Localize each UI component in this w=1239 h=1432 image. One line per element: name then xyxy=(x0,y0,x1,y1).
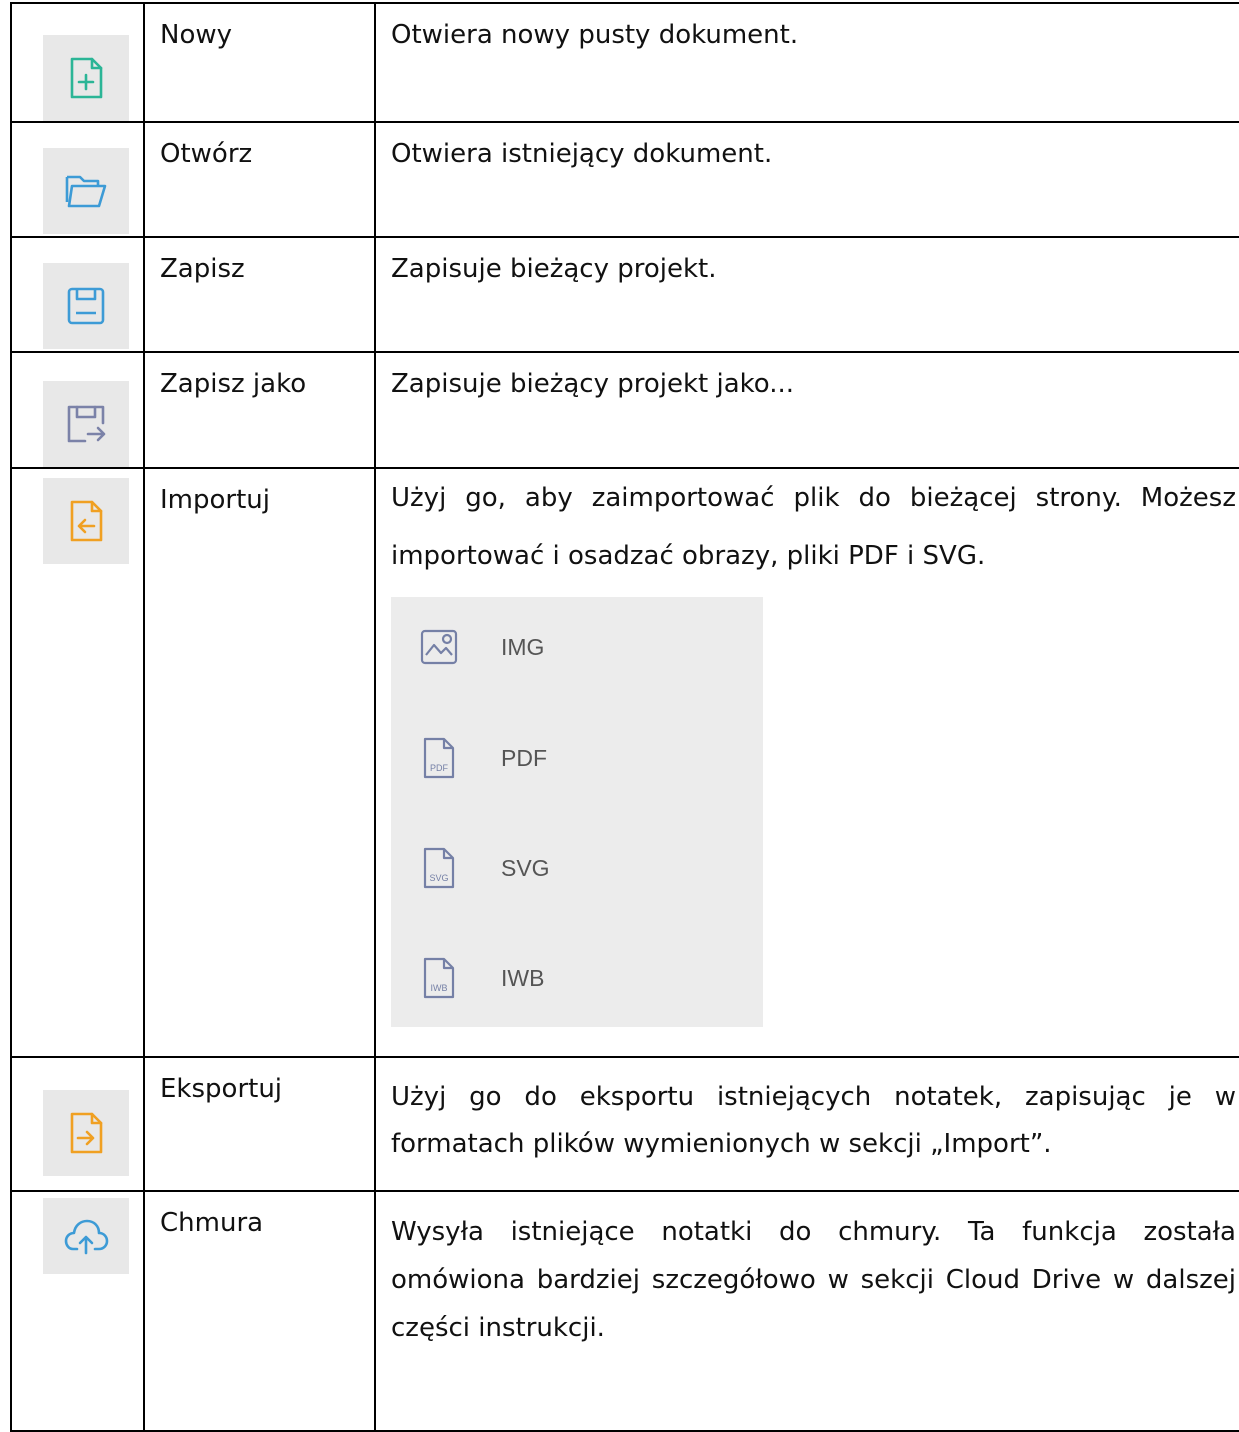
function-description: Wysyła istniejące notatki do chmury. Ta … xyxy=(374,1190,1239,1432)
export-icon[interactable] xyxy=(43,1090,129,1176)
icon-cell xyxy=(10,1190,145,1432)
image-file-icon xyxy=(420,629,458,665)
function-description: Użyj go, aby zaimportować plik do bieżąc… xyxy=(374,467,1239,1058)
function-description: Otwiera nowy pusty dokument. xyxy=(374,2,1239,123)
save-as-icon[interactable] xyxy=(43,381,129,467)
icon-cell xyxy=(10,467,145,1058)
new-file-icon[interactable] xyxy=(43,35,129,121)
open-folder-icon[interactable] xyxy=(43,148,129,234)
import-option-img[interactable]: IMG xyxy=(419,622,544,672)
function-description: Zapisuje bieżący projekt jako... xyxy=(374,351,1239,469)
icon-cell xyxy=(10,1056,145,1192)
function-description: Użyj go do eksportu istniejących notatek… xyxy=(374,1056,1239,1192)
table-row: Eksportuj Użyj go do eksportu istniejący… xyxy=(10,1056,1239,1192)
iwb-file-icon: IWB xyxy=(423,957,455,999)
import-icon[interactable] xyxy=(43,478,129,564)
table-row: Nowy Otwiera nowy pusty dokument. xyxy=(10,2,1239,123)
function-description: Zapisuje bieżący projekt. xyxy=(374,236,1239,353)
icon-cell xyxy=(10,2,145,123)
table-row: Otwórz Otwiera istniejący dokument. xyxy=(10,121,1239,238)
cloud-upload-icon[interactable] xyxy=(43,1198,129,1274)
function-table: Nowy Otwiera nowy pusty dokument. Otwórz… xyxy=(10,2,1239,1432)
function-name: Zapisz jako xyxy=(143,351,376,469)
save-icon[interactable] xyxy=(43,263,129,349)
import-option-svg[interactable]: SVG SVG xyxy=(419,843,550,893)
import-format-list: IMG PDF PDF SVG SVG IWB IWB xyxy=(391,597,763,1027)
function-name: Chmura xyxy=(143,1190,376,1432)
function-name: Nowy xyxy=(143,2,376,123)
pdf-file-icon: PDF xyxy=(423,737,455,779)
function-description: Otwiera istniejący dokument. xyxy=(374,121,1239,238)
svg-text:SVG: SVG xyxy=(429,873,448,883)
icon-cell xyxy=(10,351,145,469)
svg-text:IWB: IWB xyxy=(431,983,448,993)
table-row: Chmura Wysyła istniejące notatki do chmu… xyxy=(10,1190,1239,1432)
svg-file-icon: SVG xyxy=(423,847,455,889)
function-name: Eksportuj xyxy=(143,1056,376,1192)
import-option-pdf[interactable]: PDF PDF xyxy=(419,733,547,783)
svg-text:PDF: PDF xyxy=(430,763,449,773)
table-row: Zapisz jako Zapisuje bieżący projekt jak… xyxy=(10,351,1239,469)
table-row: Zapisz Zapisuje bieżący projekt. xyxy=(10,236,1239,353)
function-name: Importuj xyxy=(143,467,376,1058)
icon-cell xyxy=(10,121,145,238)
table-row: Importuj Użyj go, aby zaimportować plik … xyxy=(10,467,1239,1058)
icon-cell xyxy=(10,236,145,353)
function-name: Otwórz xyxy=(143,121,376,238)
function-name: Zapisz xyxy=(143,236,376,353)
import-option-iwb[interactable]: IWB IWB xyxy=(419,953,544,1003)
